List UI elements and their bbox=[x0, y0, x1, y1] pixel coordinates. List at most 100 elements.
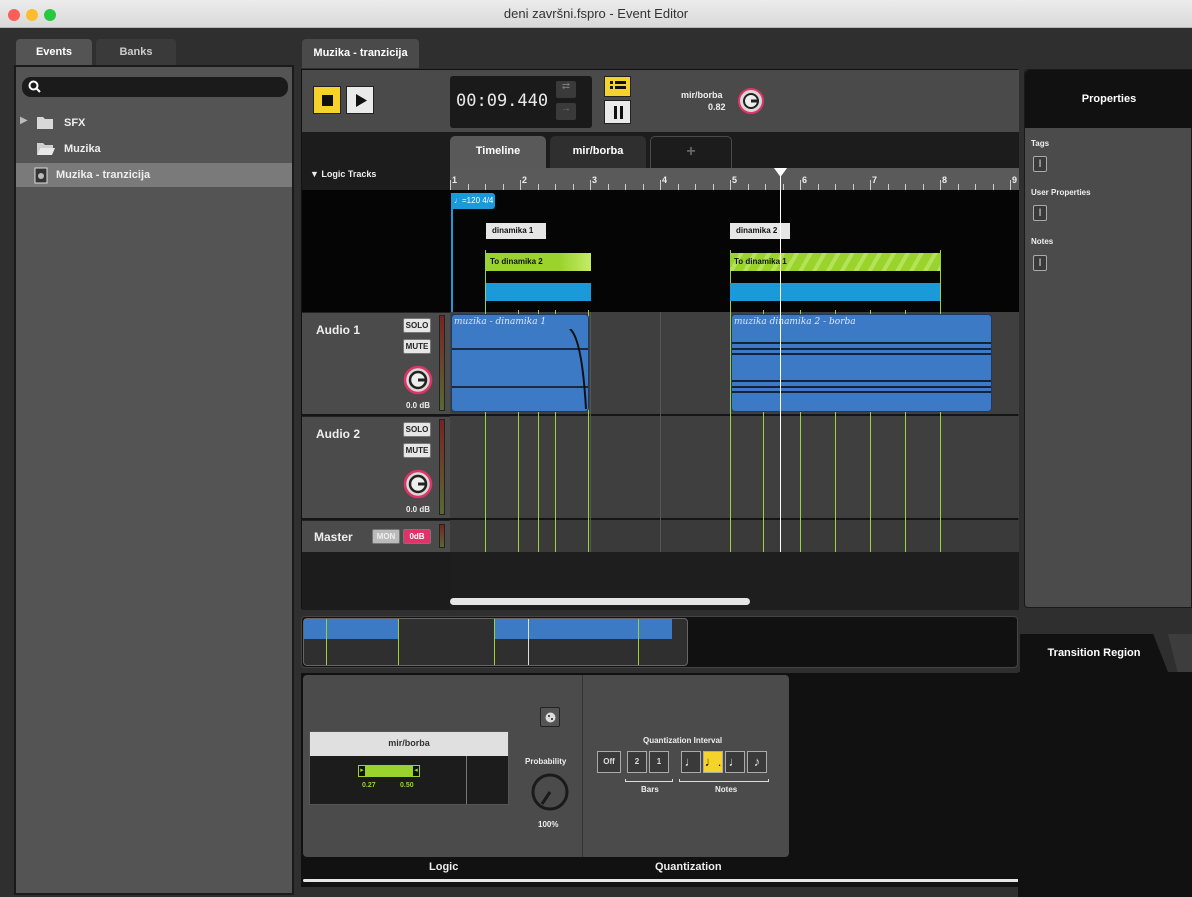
overview-marker bbox=[494, 619, 495, 665]
mute-button[interactable]: MUTE bbox=[403, 443, 431, 458]
list-item-selected[interactable]: Muzika - tranzicija bbox=[16, 163, 292, 187]
follow-button[interactable]: → bbox=[556, 103, 576, 120]
event-editor: 00:09.440 ⇄ → mir/borba 0.82 ▼ Logic Tra… bbox=[301, 69, 1019, 610]
search-input[interactable] bbox=[22, 77, 288, 97]
list-item[interactable]: ▶ SFX bbox=[16, 111, 292, 135]
tab-events[interactable]: Events bbox=[16, 39, 92, 65]
ruler-tick bbox=[800, 180, 801, 190]
monitor-button[interactable]: MON bbox=[372, 529, 400, 544]
ruler-tick bbox=[940, 180, 941, 190]
divider bbox=[466, 756, 467, 804]
level-meter bbox=[439, 524, 445, 548]
volume-knob[interactable] bbox=[403, 365, 433, 395]
quantize-1-bar-button[interactable]: 1 bbox=[649, 751, 669, 773]
condition-parameter-label: mir/borba bbox=[310, 732, 508, 756]
destination-marker[interactable]: dinamika 1 bbox=[486, 223, 546, 239]
volume-knob[interactable] bbox=[403, 469, 433, 499]
chevron-right-icon[interactable]: ▶ bbox=[20, 115, 28, 126]
pause-button[interactable] bbox=[604, 100, 631, 124]
quantize-2-bars-button[interactable]: 2 bbox=[627, 751, 647, 773]
add-user-property-button[interactable]: I bbox=[1033, 205, 1047, 221]
track-lane-audio-2[interactable] bbox=[450, 416, 1019, 518]
solo-button[interactable]: SOLO bbox=[403, 318, 431, 333]
overview-clip bbox=[304, 619, 398, 639]
section-divider bbox=[582, 675, 583, 857]
timeline-ruler[interactable]: 1 2 3 4 5 6 7 8 9 bbox=[450, 168, 1019, 190]
window-title: deni završni.fspro - Event Editor bbox=[503, 6, 689, 21]
stop-button[interactable] bbox=[313, 86, 341, 114]
mute-button[interactable]: MUTE bbox=[403, 339, 431, 354]
triplet-note-button[interactable]: ♩ bbox=[725, 751, 745, 773]
dotted-quarter-note-button[interactable]: ♩. bbox=[703, 751, 723, 773]
ruler-bar-label: 3 bbox=[592, 175, 598, 185]
dotted-quarter-note-icon: ♩. bbox=[704, 754, 722, 769]
playhead[interactable] bbox=[780, 168, 781, 552]
ruler-bar-label: 4 bbox=[662, 175, 668, 185]
pause-icon bbox=[614, 106, 623, 119]
transition-marker[interactable]: To dinamika 1 bbox=[730, 253, 940, 271]
tab-timeline[interactable]: Timeline bbox=[450, 136, 546, 168]
stop-icon bbox=[322, 95, 333, 106]
play-button[interactable] bbox=[346, 86, 374, 114]
edit-notes-button[interactable]: I bbox=[1033, 255, 1047, 271]
minimize-window-button[interactable] bbox=[26, 9, 38, 21]
tab-banks[interactable]: Banks bbox=[96, 39, 176, 65]
search-icon bbox=[28, 80, 41, 93]
add-tag-button[interactable]: I bbox=[1033, 156, 1047, 172]
logic-section-title: Logic bbox=[429, 861, 459, 873]
quantize-off-button[interactable]: Off bbox=[597, 751, 621, 773]
parameter-knob[interactable] bbox=[738, 88, 764, 114]
solo-button[interactable]: SOLO bbox=[403, 422, 431, 437]
tab-event-editor[interactable]: Muzika - tranzicija bbox=[302, 39, 419, 68]
ruler-tick bbox=[660, 180, 661, 190]
audio-clip[interactable]: muzika dinamika 2 - borba bbox=[731, 314, 992, 412]
ruler-tick bbox=[590, 180, 591, 190]
range-end-handle[interactable]: ◂ bbox=[412, 765, 420, 777]
range-start-handle[interactable]: ▸ bbox=[358, 765, 366, 777]
tempo-marker[interactable]: ♩=120 4/4 bbox=[451, 193, 495, 209]
transition-region[interactable] bbox=[486, 283, 591, 301]
audio-clip[interactable]: muzika - dinamika 1 bbox=[451, 314, 589, 412]
condition-range[interactable] bbox=[358, 765, 420, 777]
tab-parameter[interactable]: mir/borba bbox=[550, 136, 646, 168]
bars-bracket bbox=[625, 779, 673, 782]
window-titlebar: deni završni.fspro - Event Editor bbox=[0, 0, 1192, 28]
probability-knob[interactable] bbox=[531, 773, 569, 811]
transition-settings: mir/borba ▸ ◂ 0.27 0.50 Probability 100%… bbox=[303, 675, 789, 857]
horizontal-scrollbar[interactable] bbox=[450, 598, 750, 605]
ruler-bar-label: 6 bbox=[802, 175, 808, 185]
editor-tab-strip: Timeline mir/borba + bbox=[450, 132, 1019, 168]
overview-viewport[interactable] bbox=[303, 618, 688, 666]
playhead-handle-icon[interactable] bbox=[774, 168, 788, 178]
overview-strip[interactable] bbox=[301, 616, 1018, 668]
logic-toggle-button[interactable] bbox=[604, 76, 631, 97]
level-meter bbox=[439, 419, 445, 515]
zoom-window-button[interactable] bbox=[44, 9, 56, 21]
waveform bbox=[732, 342, 991, 393]
eighth-note-button[interactable]: ♪ bbox=[747, 751, 767, 773]
list-icon bbox=[610, 81, 626, 89]
close-window-button[interactable] bbox=[8, 9, 20, 21]
loop-button[interactable]: ⇄ bbox=[556, 81, 576, 98]
destination-marker[interactable]: dinamika 2 bbox=[730, 223, 790, 239]
tab-secondary[interactable] bbox=[1168, 634, 1192, 672]
transition-marker[interactable]: To dinamika 2 bbox=[486, 253, 591, 271]
tab-transition-region[interactable]: Transition Region bbox=[1020, 634, 1168, 672]
list-item[interactable]: Muzika bbox=[16, 137, 292, 161]
track-header-empty bbox=[302, 552, 450, 610]
track-header-audio-1: Audio 1 SOLO MUTE 0.0 dB bbox=[302, 312, 450, 414]
ruler-bar-label: 7 bbox=[872, 175, 878, 185]
track-header-audio-2: Audio 2 SOLO MUTE 0.0 dB bbox=[302, 416, 450, 518]
master-volume-button[interactable]: 0dB bbox=[403, 529, 431, 544]
quarter-note-button[interactable]: ♩ bbox=[681, 751, 701, 773]
time-readout: 00:09.440 bbox=[456, 91, 549, 111]
event-browser: ▶ SFX Muzika Muzika - tranzicija bbox=[14, 65, 294, 895]
add-condition-button[interactable] bbox=[540, 707, 560, 727]
event-icon bbox=[34, 167, 48, 184]
add-tab-button[interactable]: + bbox=[650, 136, 732, 168]
ruler-tick bbox=[520, 180, 521, 190]
properties-title: Properties bbox=[1025, 70, 1192, 128]
level-meter bbox=[439, 315, 445, 411]
transition-region-tab-bar: Transition Region bbox=[1018, 634, 1192, 672]
transition-region[interactable] bbox=[730, 283, 940, 301]
